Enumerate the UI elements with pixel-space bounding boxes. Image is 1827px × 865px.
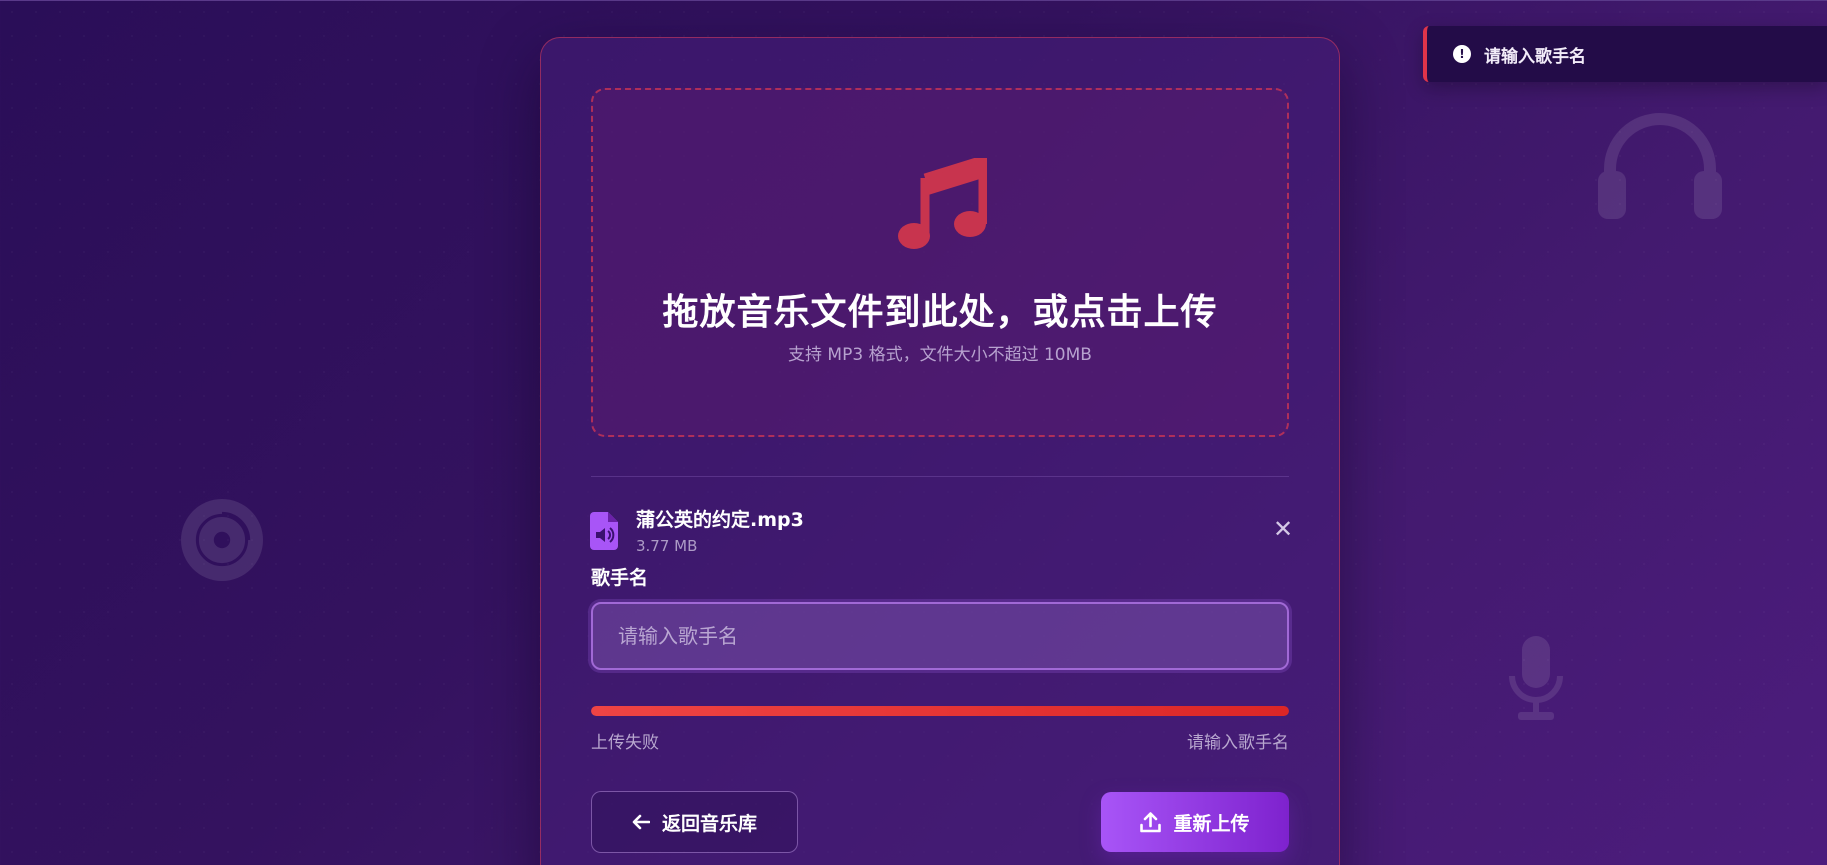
back-button-label: 返回音乐库	[661, 812, 757, 835]
file-size: 3.77 MB	[636, 537, 698, 555]
reupload-button-label: 重新上传	[1173, 812, 1250, 835]
upload-dropzone[interactable]	[591, 88, 1289, 437]
remove-file-button[interactable]: ✕	[1272, 515, 1294, 543]
upload-progress-bar	[591, 706, 1289, 716]
audio-file-icon	[590, 512, 618, 550]
top-border	[0, 0, 1827, 1]
dropzone-title: 拖放音乐文件到此处，或点击上传	[662, 292, 1218, 333]
close-icon: ✕	[1272, 515, 1294, 543]
upload-status-message: 请输入歌手名	[1187, 733, 1289, 753]
upload-progress-fill	[591, 706, 1289, 716]
artist-label: 歌手名	[591, 567, 649, 589]
music-note-icon	[898, 158, 987, 249]
reupload-button[interactable]: 重新上传	[1101, 792, 1289, 852]
file-name: 蒲公英的约定.mp3	[636, 509, 804, 531]
arrow-left-icon	[632, 814, 650, 830]
artist-input[interactable]	[591, 602, 1289, 670]
upload-icon	[1140, 811, 1162, 832]
error-toast: ! 请输入歌手名	[1423, 26, 1827, 82]
headphones-icon	[1598, 113, 1722, 219]
microphone-icon	[1509, 636, 1563, 720]
disc-icon	[181, 499, 263, 581]
dropzone-subtitle: 支持 MP3 格式，文件大小不超过 10MB	[788, 345, 1092, 365]
section-divider	[591, 476, 1289, 477]
back-to-library-button[interactable]: 返回音乐库	[591, 791, 798, 853]
exclamation-circle-icon: !	[1453, 45, 1471, 63]
toast-message: 请输入歌手名	[1484, 46, 1586, 67]
upload-status: 上传失败	[591, 733, 659, 753]
